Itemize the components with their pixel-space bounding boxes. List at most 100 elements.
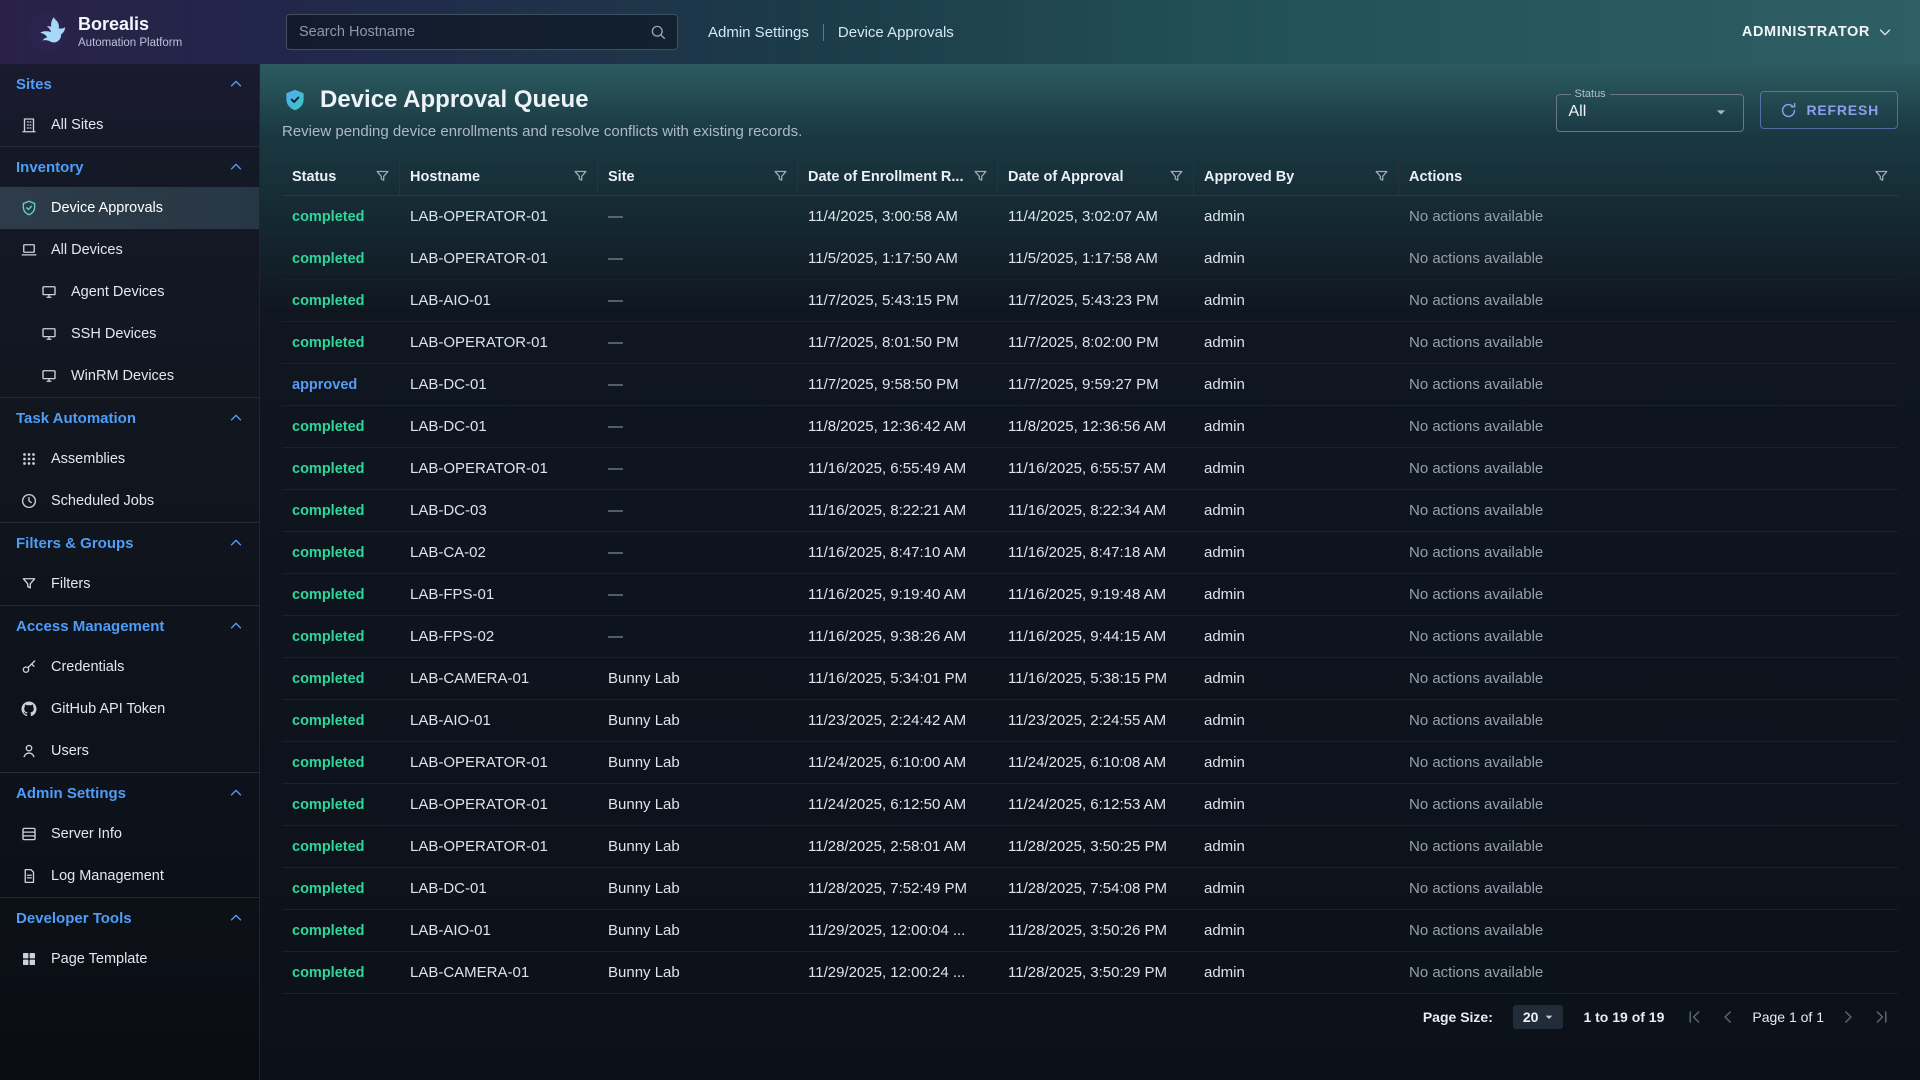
topnav-link-device-approvals[interactable]: Device Approvals [838,24,954,41]
sidebar-section-header-inventory[interactable]: Inventory [0,147,259,187]
table-row[interactable]: completedLAB-OPERATOR-01—11/16/2025, 6:5… [282,448,1898,490]
column-header-date-of-approval[interactable]: Date of Approval [998,158,1194,195]
approval-date-cell: 11/16/2025, 6:55:57 AM [998,448,1194,489]
table-row[interactable]: completedLAB-AIO-01Bunny Lab11/23/2025, … [282,700,1898,742]
actions-cell: No actions available [1399,532,1898,573]
funnel-icon [1873,168,1890,185]
table-row[interactable]: completedLAB-OPERATOR-01—11/4/2025, 3:00… [282,196,1898,238]
sidebar-item-all-devices[interactable]: All Devices [0,229,259,271]
sidebar-item-ssh-devices[interactable]: SSH Devices [0,313,259,355]
sidebar-item-page-template[interactable]: Page Template [0,938,259,980]
search-input[interactable] [297,23,649,41]
sidebar-item-log-management[interactable]: Log Management [0,855,259,897]
sidebar-item-device-approvals[interactable]: Device Approvals [0,187,259,229]
column-header-approved-by[interactable]: Approved By [1194,158,1399,195]
funnel-icon [374,168,391,185]
table-row[interactable]: completedLAB-CA-02—11/16/2025, 8:47:10 A… [282,532,1898,574]
sidebar-section: Task Automation Assemblies Scheduled Jobs [0,397,259,522]
sidebar-item-users[interactable]: Users [0,730,259,772]
approved-by-cell: admin [1194,196,1399,237]
sidebar-item-filters[interactable]: Filters [0,563,259,605]
enrollment-date-cell: 11/16/2025, 9:19:40 AM [798,574,998,615]
table-row[interactable]: completedLAB-AIO-01—11/7/2025, 5:43:15 P… [282,280,1898,322]
sidebar-item-server-info[interactable]: Server Info [0,813,259,855]
pagination-page-label: Page 1 of 1 [1752,1009,1824,1025]
hostname-cell: LAB-FPS-01 [400,574,598,615]
topnav-link-admin-settings[interactable]: Admin Settings [708,24,809,41]
sidebar-item-all-sites[interactable]: All Sites [0,104,259,146]
table-row[interactable]: completedLAB-CAMERA-01Bunny Lab11/29/202… [282,952,1898,994]
approved-by-cell: admin [1194,448,1399,489]
sidebar-item-label: Server Info [51,826,122,842]
sidebar-section: Access ManagementCredentialsGitHub API T… [0,605,259,772]
previous-page-button[interactable] [1718,1007,1738,1027]
table-row[interactable]: approvedLAB-DC-01—11/7/2025, 9:58:50 PM1… [282,364,1898,406]
table-row[interactable]: completedLAB-OPERATOR-01Bunny Lab11/24/2… [282,742,1898,784]
last-page-button[interactable] [1872,1007,1892,1027]
shield-check-icon [20,199,38,217]
sidebar-section-header-task-automation[interactable]: Task Automation [0,398,259,438]
table-row[interactable]: completedLAB-FPS-02—11/16/2025, 9:38:26 … [282,616,1898,658]
sidebar-section: InventoryDevice ApprovalsAll DevicesAgen… [0,146,259,397]
sidebar-item-label: Log Management [51,868,164,884]
refresh-button[interactable]: REFRESH [1760,91,1899,129]
approved-by-cell: admin [1194,616,1399,657]
enrollment-date-cell: 11/16/2025, 9:38:26 AM [798,616,998,657]
table-row[interactable]: completedLAB-DC-01—11/8/2025, 12:36:42 A… [282,406,1898,448]
approved-by-cell: admin [1194,952,1399,993]
sidebar-section: Developer ToolsPage Template [0,897,259,980]
sidebar-item-credentials[interactable]: Credentials [0,646,259,688]
sidebar-item-agent-devices[interactable]: Agent Devices [0,271,259,313]
status-cell: completed [282,868,400,909]
status-cell: completed [282,826,400,867]
sidebar-section-header-sites[interactable]: Sites [0,64,259,104]
sidebar-section-header-access-management[interactable]: Access Management [0,606,259,646]
actions-cell: No actions available [1399,868,1898,909]
site-cell: — [598,616,798,657]
sidebar-section-header-developer-tools[interactable]: Developer Tools [0,898,259,938]
enrollment-date-cell: 11/4/2025, 3:00:58 AM [798,196,998,237]
enrollment-date-cell: 11/16/2025, 8:47:10 AM [798,532,998,573]
table-row[interactable]: completedLAB-OPERATOR-01Bunny Lab11/28/2… [282,826,1898,868]
sidebar-item-winrm-devices[interactable]: WinRM Devices [0,355,259,397]
table-row[interactable]: completedLAB-CAMERA-01Bunny Lab11/16/202… [282,658,1898,700]
first-page-button[interactable] [1684,1007,1704,1027]
next-page-button[interactable] [1838,1007,1858,1027]
status-filter-select[interactable]: Status All [1556,88,1744,132]
sidebar-item-assemblies[interactable]: Assemblies [0,438,259,480]
hostname-cell: LAB-AIO-01 [400,280,598,321]
column-header-status[interactable]: Status [282,158,400,195]
table-row[interactable]: completedLAB-OPERATOR-01—11/7/2025, 8:01… [282,322,1898,364]
sidebar-item-github-api-token[interactable]: GitHub API Token [0,688,259,730]
status-cell: completed [282,490,400,531]
approved-by-cell: admin [1194,490,1399,531]
sidebar-item-label: Scheduled Jobs [51,493,154,509]
hostname-cell: LAB-OPERATOR-01 [400,322,598,363]
column-header-site[interactable]: Site [598,158,798,195]
top-bar: Borealis Automation Platform Admin Setti… [0,0,1920,64]
actions-cell: No actions available [1399,658,1898,699]
sidebar-section-header-admin-settings[interactable]: Admin Settings [0,773,259,813]
table-row[interactable]: completedLAB-OPERATOR-01—11/5/2025, 1:17… [282,238,1898,280]
sidebar-item-label: SSH Devices [71,326,156,342]
search-icon [649,23,667,41]
table-row[interactable]: completedLAB-DC-01Bunny Lab11/28/2025, 7… [282,868,1898,910]
table-row[interactable]: completedLAB-DC-03—11/16/2025, 8:22:21 A… [282,490,1898,532]
column-header-hostname[interactable]: Hostname [400,158,598,195]
sidebar-section-header-filters-groups[interactable]: Filters & Groups [0,523,259,563]
monitor-icon [40,367,58,385]
status-cell: completed [282,574,400,615]
site-cell: Bunny Lab [598,784,798,825]
sidebar-item-label: Assemblies [51,451,125,467]
funnel-icon [572,168,589,185]
page-size-select[interactable]: 20 [1513,1005,1564,1029]
column-header-label: Status [292,169,336,185]
column-header-date-of-enrollment-r-[interactable]: Date of Enrollment R... [798,158,998,195]
table-row[interactable]: completedLAB-AIO-01Bunny Lab11/29/2025, … [282,910,1898,952]
user-menu[interactable]: ADMINISTRATOR [1742,23,1894,41]
actions-cell: No actions available [1399,280,1898,321]
sidebar-item-scheduled-jobs[interactable]: Scheduled Jobs [0,480,259,522]
column-header-actions[interactable]: Actions [1399,158,1898,195]
table-row[interactable]: completedLAB-OPERATOR-01Bunny Lab11/24/2… [282,784,1898,826]
table-row[interactable]: completedLAB-FPS-01—11/16/2025, 9:19:40 … [282,574,1898,616]
